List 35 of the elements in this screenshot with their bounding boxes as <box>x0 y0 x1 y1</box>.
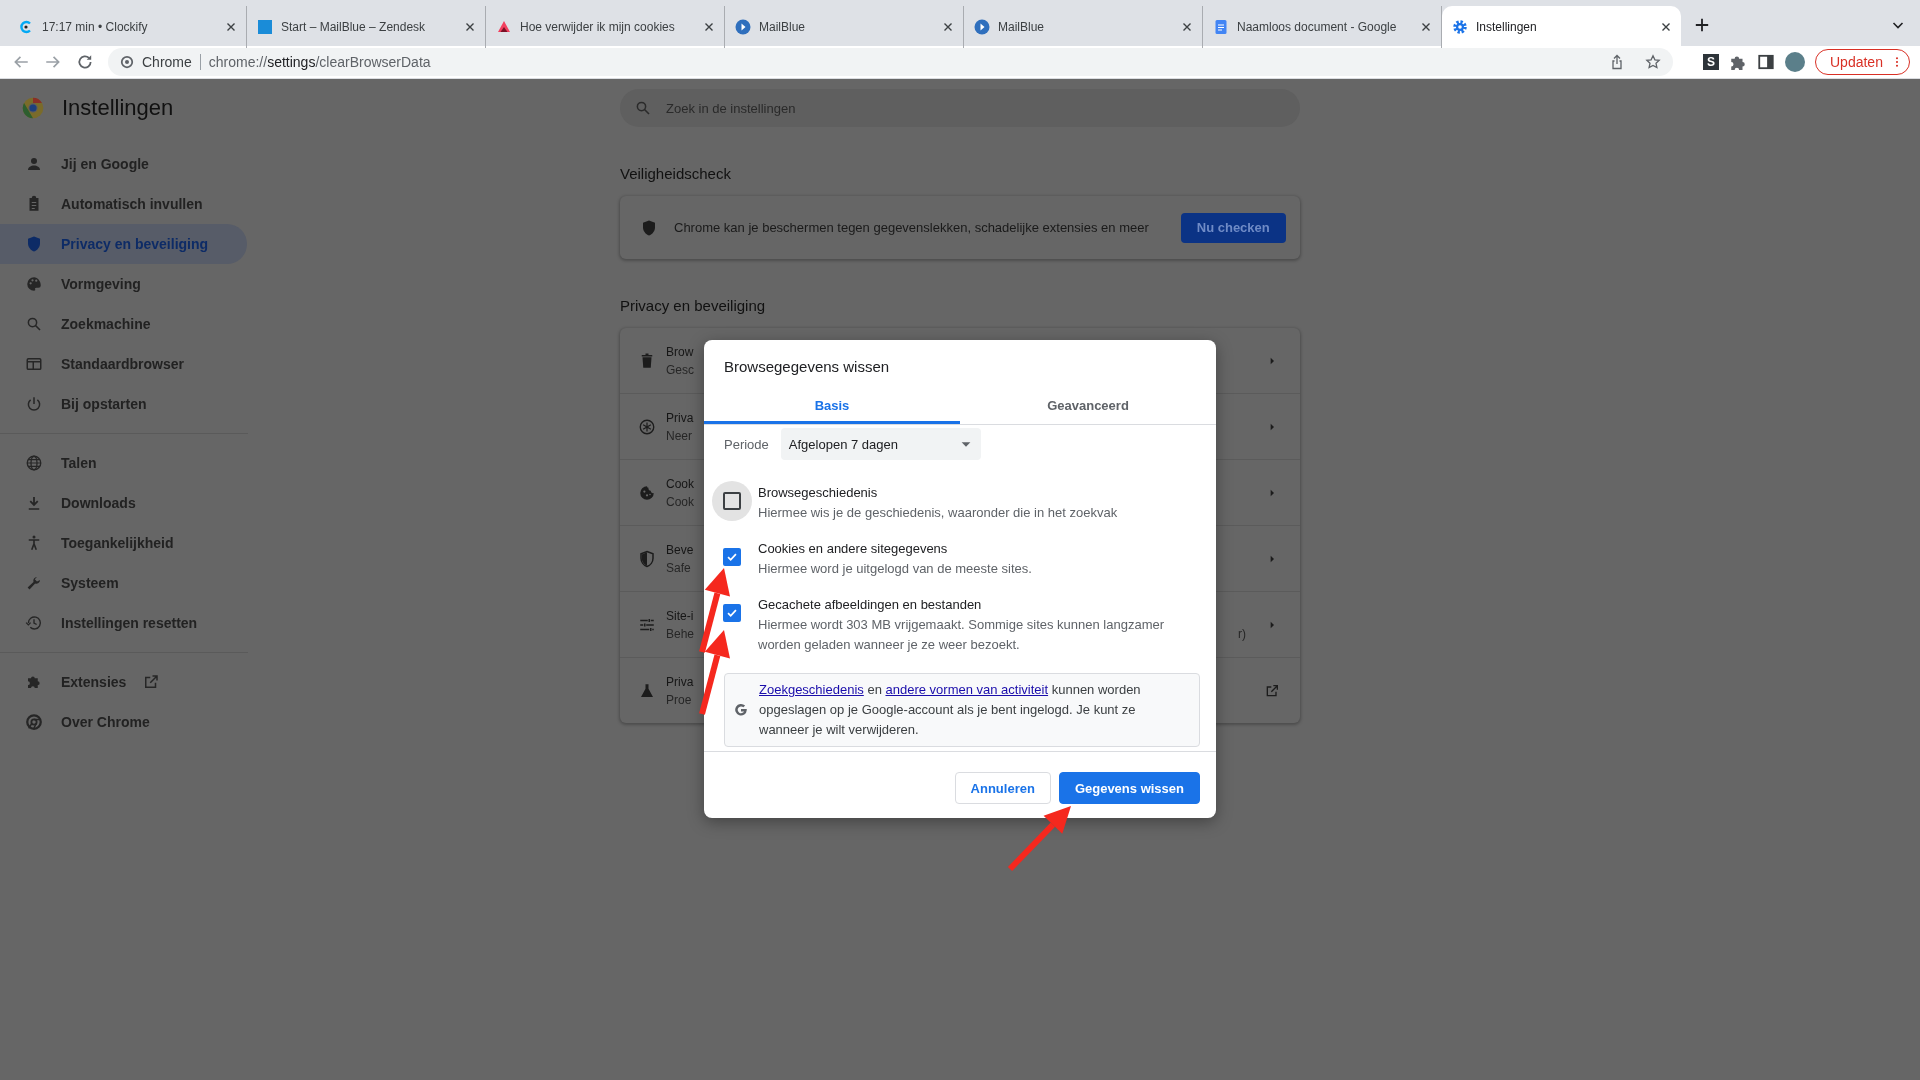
row-subtitle: Proe <box>666 692 693 707</box>
page-title: Instellingen <box>62 95 174 121</box>
row-title: Beve <box>666 542 694 557</box>
row-title: Priva <box>666 674 694 689</box>
tab-title: Start – MailBlue – Zendesk <box>281 20 427 34</box>
section-heading: Veiligheidscheck <box>620 165 732 182</box>
option-title: Browsegeschiedenis <box>758 485 879 500</box>
row-title: Site-i <box>666 608 695 623</box>
row-title: Priva <box>666 410 694 425</box>
option-description: Hiermee wordt 303 MB vrijgemaakt. Sommige sites kunnen langzamer worden geladen wanneer je ze weer bezoekt. <box>758 616 1166 654</box>
row-subtitle: Safe <box>666 560 692 575</box>
info-text: Zoekgeschiedenis en andere vormen van activiteit kunnen worden opgeslagen op je Google-account als je bent ingelogd. Je kunt ze wanneer je wilt verwijderen. <box>759 681 1142 739</box>
row-subtitle: Cook <box>666 494 694 509</box>
field-label: Periode <box>724 436 769 452</box>
option-title: Cookies en andere sitegegevens <box>758 541 949 556</box>
option-title: Gecachete afbeeldingen en bestanden <box>758 597 983 612</box>
tab-title: MailBlue <box>759 20 807 34</box>
tab-title: Instellingen <box>1476 20 1538 34</box>
option-description: Hiermee word je uitgelogd van de meeste sites. <box>758 560 1032 578</box>
row-subtitle: Gesc <box>666 362 694 377</box>
row-subtitle: r) <box>1238 626 1246 641</box>
tab-title: MailBlue <box>998 20 1046 34</box>
dialog-title: Browsegegevens wissen <box>723 357 891 377</box>
row-subtitle: Neer <box>666 428 693 443</box>
option-description: Hiermee wis je de geschiedenis, waaronder die in het zoekvak <box>758 504 1118 522</box>
url-text: chrome://settings/clearBrowserData <box>208 54 431 70</box>
tab-title: Hoe verwijder ik mijn cookies <box>520 20 676 34</box>
tab-title: 17:17 min • Clockify <box>42 20 149 34</box>
card-text: Chrome kan je beschermen tegen gegevenslekken, schadelijke extensies en meer <box>674 220 1149 235</box>
site-label: Chrome <box>142 54 192 70</box>
row-title: Brow <box>666 344 694 359</box>
row-subtitle: Behe <box>666 626 695 641</box>
section-heading: Privacy en beveiliging <box>620 297 767 314</box>
row-title: Cook <box>666 476 694 491</box>
tab-title: Naamloos document - Google <box>1237 20 1398 34</box>
